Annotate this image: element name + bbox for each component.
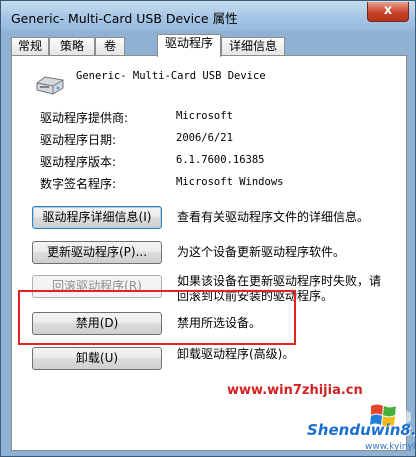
device-name: Generic- Multi-Card USB Device (76, 70, 266, 82)
properties-dialog: Generic- Multi-Card USB Device 属性 x 常规 策… (0, 0, 416, 457)
version-value: 6.1.7600.16385 (176, 154, 265, 166)
tab-general-label: 常规 (17, 39, 42, 53)
close-button[interactable]: x (367, 2, 409, 22)
watermark-url: www.win7zhijia.cn (227, 383, 363, 398)
watermark-site: Shenduwin8.com (307, 421, 415, 439)
update-driver-button[interactable]: 更新驱动程序(P)... (32, 241, 162, 264)
date-value: 2006/6/21 (176, 132, 233, 144)
date-label: 驱动程序日期: (40, 133, 117, 147)
close-icon: x (383, 3, 393, 18)
tab-strip: 常规 策略 卷 驱动程序 详细信息 (11, 34, 407, 57)
provider-value: Microsoft (176, 110, 233, 122)
rollback-driver-description: 如果该设备在更新驱动程序时失败，请回滚到以前安装的驱动程序。 (177, 274, 382, 303)
usb-drive-icon (36, 76, 64, 95)
tab-details[interactable]: 详细信息 (221, 37, 285, 56)
tab-volumes-label: 卷 (103, 39, 116, 53)
update-driver-description: 为这个设备更新驱动程序软件。 (177, 245, 346, 259)
tab-details-label: 详细信息 (228, 39, 277, 53)
tab-policies[interactable]: 策略 (49, 37, 95, 56)
driver-details-button[interactable]: 驱动程序详细信息(I) (32, 206, 162, 229)
tab-driver-label: 驱动程序 (164, 36, 213, 50)
title-bar[interactable]: Generic- Multi-Card USB Device 属性 x (1, 1, 415, 31)
signer-value: Microsoft Windows (176, 176, 284, 188)
provider-label: 驱动程序提供商: (40, 111, 129, 125)
disable-button[interactable]: 禁用(D) (32, 312, 162, 335)
rollback-driver-button: 回滚驱动程序(R) (32, 275, 162, 298)
signer-label: 数字签名程序: (40, 177, 117, 191)
tab-volumes[interactable]: 卷 (95, 37, 125, 56)
watermark-sub: www.kyinyk.com (365, 442, 415, 452)
tab-driver[interactable]: 驱动程序 (157, 34, 221, 57)
version-label: 驱动程序版本: (40, 155, 117, 169)
uninstall-button[interactable]: 卸载(U) (32, 347, 162, 370)
disable-description: 禁用所选设备。 (177, 316, 262, 330)
window-title: Generic- Multi-Card USB Device 属性 (11, 11, 238, 26)
tab-general[interactable]: 常规 (11, 37, 49, 56)
uninstall-description: 卸载驱动程序(高级)。 (177, 347, 295, 361)
driver-details-description: 查看有关驱动程序文件的详细信息。 (177, 210, 370, 224)
tab-policies-label: 策略 (59, 39, 84, 53)
